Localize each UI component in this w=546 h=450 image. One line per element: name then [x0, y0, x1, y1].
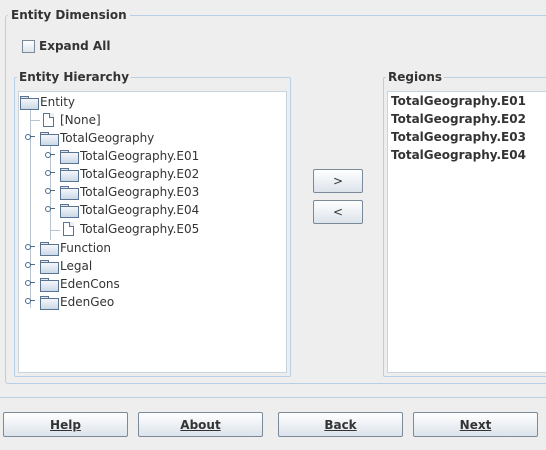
list-item[interactable]: TotalGeography.E04 [391, 148, 526, 162]
folder-icon [40, 242, 59, 256]
regions-panel: Regions TotalGeography.E01 TotalGeograph… [383, 70, 546, 377]
folder-icon [40, 260, 59, 274]
regions-title: Regions [386, 70, 445, 84]
folder-icon [40, 132, 59, 146]
expand-handle-icon[interactable] [45, 186, 55, 194]
document-icon [43, 113, 54, 127]
checkbox-icon[interactable] [22, 39, 35, 53]
tree-node-none[interactable]: [None] [40, 112, 101, 128]
tree-node-e01[interactable]: TotalGeography.E01 [60, 148, 199, 164]
tree-node-entity[interactable]: Entity [20, 94, 75, 110]
list-item[interactable]: TotalGeography.E02 [391, 112, 526, 126]
expand-handle-icon[interactable] [45, 204, 55, 212]
expand-handle-icon[interactable] [25, 132, 35, 140]
folder-icon [60, 204, 79, 218]
expand-handle-icon[interactable] [45, 168, 55, 176]
tree-node-e04[interactable]: TotalGeography.E04 [60, 202, 199, 218]
tree-line [30, 120, 40, 121]
tree-node-totalgeography[interactable]: TotalGeography [40, 130, 154, 146]
folder-icon [60, 186, 79, 200]
folder-icon [60, 150, 79, 164]
about-button[interactable]: About [138, 412, 263, 437]
expand-handle-icon[interactable] [25, 260, 35, 268]
tree-line [50, 230, 60, 231]
regions-list[interactable]: TotalGeography.E01 TotalGeography.E02 To… [387, 91, 546, 373]
add-button[interactable]: > [313, 169, 363, 193]
back-button[interactable]: Back [278, 412, 403, 437]
expand-handle-icon[interactable] [45, 150, 55, 158]
folder-icon [40, 296, 59, 310]
tree-node-function[interactable]: Function [40, 240, 111, 256]
folder-icon [40, 278, 59, 292]
folder-icon [20, 96, 39, 110]
list-item[interactable]: TotalGeography.E01 [391, 94, 526, 108]
tree-node-e03[interactable]: TotalGeography.E03 [60, 184, 199, 200]
tree-node-edencons[interactable]: EdenCons [40, 276, 120, 292]
tree-node-legal[interactable]: Legal [40, 258, 92, 274]
expand-all-label: Expand All [39, 39, 111, 53]
expand-handle-icon[interactable] [25, 242, 35, 250]
help-button[interactable]: Help [3, 412, 128, 437]
list-item[interactable]: TotalGeography.E03 [391, 130, 526, 144]
entity-hierarchy-panel: Entity Hierarchy Entity [None] TotalGeog… [14, 70, 291, 377]
expand-all-checkbox[interactable]: Expand All [22, 39, 110, 53]
footer-separator [0, 397, 546, 398]
expand-handle-icon[interactable] [25, 296, 35, 304]
tree-node-edengeo[interactable]: EdenGeo [40, 294, 114, 310]
folder-icon [60, 168, 79, 182]
entity-hierarchy-title: Entity Hierarchy [17, 70, 132, 84]
entity-tree[interactable]: Entity [None] TotalGeography TotalGeogra… [18, 91, 287, 373]
next-button[interactable]: Next [413, 412, 538, 437]
remove-button[interactable]: < [313, 200, 363, 224]
document-icon [63, 222, 74, 236]
group-title: Entity Dimension [8, 8, 130, 22]
tree-node-e05[interactable]: TotalGeography.E05 [60, 221, 199, 237]
expand-handle-icon[interactable] [25, 278, 35, 286]
tree-node-e02[interactable]: TotalGeography.E02 [60, 166, 199, 182]
